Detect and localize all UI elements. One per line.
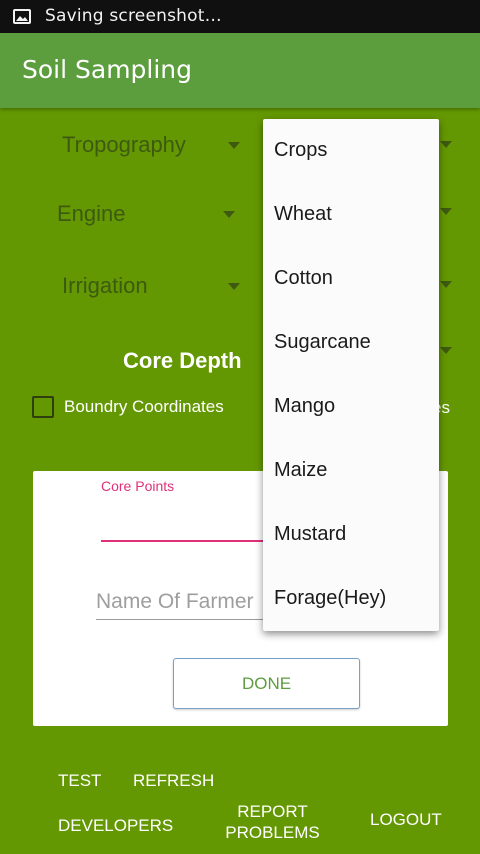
- dropdown-item[interactable]: Sugarcane: [263, 311, 439, 375]
- right-spinner-1[interactable]: [440, 138, 454, 152]
- engine-spinner-label: Engine: [57, 201, 126, 226]
- dropdown-item-label: Wheat: [274, 203, 332, 225]
- dropdown-item[interactable]: Mustard: [263, 503, 439, 567]
- report-problems-button[interactable]: REPORT PROBLEMS: [220, 801, 325, 843]
- dropdown-item[interactable]: Crops: [263, 119, 439, 183]
- image-icon: [13, 9, 31, 24]
- caret-down-icon: [228, 283, 240, 290]
- engine-spinner[interactable]: Engine: [57, 201, 239, 241]
- caret-down-icon: [223, 211, 235, 218]
- dropdown-item[interactable]: Cotton: [263, 247, 439, 311]
- right-spinner-3[interactable]: [440, 278, 454, 292]
- app-bar: Soil Sampling: [0, 33, 480, 108]
- farmer-name-input[interactable]: [96, 585, 266, 620]
- core-points-label: Core Points: [101, 478, 175, 494]
- developers-button[interactable]: DEVELOPERS: [58, 815, 173, 836]
- right-spinner-2[interactable]: [440, 205, 454, 219]
- dropdown-item-label: Maize: [274, 459, 328, 481]
- caret-down-icon: [228, 142, 240, 149]
- dropdown-item[interactable]: Wheat: [263, 183, 439, 247]
- caret-down-icon: [440, 347, 452, 354]
- irrigation-spinner-label: Irrigation: [62, 273, 148, 298]
- done-button[interactable]: DONE: [173, 658, 360, 709]
- caret-down-icon: [440, 208, 452, 215]
- status-bar: Saving screenshot…: [0, 0, 480, 33]
- irrigation-spinner[interactable]: Irrigation: [62, 273, 244, 313]
- dropdown-item-label: Cotton: [274, 267, 333, 289]
- dropdown-item-label: Mango: [274, 395, 336, 417]
- core-depth-label: Core Depth: [123, 348, 242, 373]
- status-text: Saving screenshot…: [45, 6, 222, 26]
- boundary-checkbox-label: Boundry Coordinates: [64, 397, 224, 416]
- logout-button[interactable]: LOGOUT: [370, 809, 442, 830]
- dropdown-item[interactable]: Mango: [263, 375, 439, 439]
- report-problems-line2: PROBLEMS: [225, 823, 320, 842]
- core-points-input[interactable]: [101, 540, 271, 542]
- dropdown-item[interactable]: Maize: [263, 439, 439, 503]
- tropography-spinner[interactable]: Tropography: [62, 132, 244, 172]
- boundary-checkbox[interactable]: [32, 396, 54, 418]
- done-button-label: DONE: [241, 673, 292, 693]
- refresh-button[interactable]: REFRESH: [133, 770, 214, 791]
- caret-down-icon: [440, 281, 452, 288]
- dropdown-item[interactable]: Forage(Hey): [263, 567, 439, 631]
- dropdown-item-label: Forage(Hey): [274, 587, 387, 609]
- core-depth-spinner[interactable]: [440, 344, 454, 358]
- crops-dropdown: Crops Wheat Cotton Sugarcane Mango Maize…: [263, 119, 439, 631]
- tropography-spinner-label: Tropography: [62, 132, 186, 157]
- caret-down-icon: [440, 141, 452, 148]
- test-button[interactable]: TEST: [58, 770, 101, 791]
- dropdown-item-label: Crops: [274, 139, 328, 161]
- report-problems-line1: REPORT: [237, 802, 308, 821]
- dropdown-item-label: Sugarcane: [274, 331, 371, 353]
- dropdown-item-label: Mustard: [274, 523, 347, 545]
- app-title: Soil Sampling: [22, 55, 193, 84]
